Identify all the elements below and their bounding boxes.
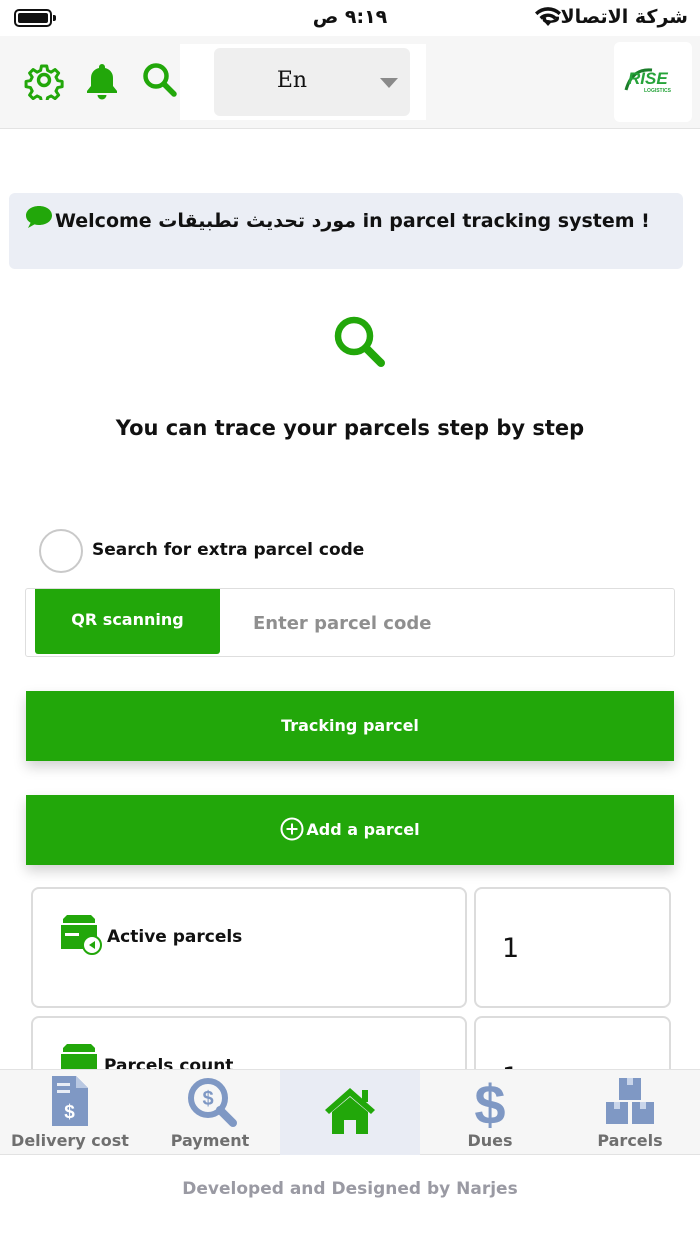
nav-dues[interactable]: $ Dues bbox=[420, 1070, 560, 1155]
parcel-code-input[interactable] bbox=[244, 599, 664, 647]
hero-tagline: You can trace your parcels step by step bbox=[115, 416, 585, 440]
svg-text:$: $ bbox=[64, 1102, 75, 1123]
active-parcels-card[interactable]: Active parcels bbox=[31, 887, 467, 1008]
invoice-dollar-icon: $ bbox=[52, 1076, 88, 1126]
plus-circle-icon bbox=[280, 817, 304, 840]
track-parcel-label: Tracking parcel bbox=[281, 716, 419, 735]
nav-label: Payment bbox=[170, 1131, 250, 1150]
top-bar: En RISE LOGISTICS bbox=[0, 36, 700, 129]
footer-credit: Developed and Designed by Narjes bbox=[182, 1179, 518, 1199]
extra-code-label[interactable]: Search for extra parcel code bbox=[92, 540, 364, 560]
notification-bell-icon[interactable] bbox=[82, 60, 122, 100]
home-icon bbox=[325, 1088, 375, 1134]
stat-label: Active parcels bbox=[107, 927, 243, 947]
language-value: En bbox=[276, 68, 308, 93]
extra-code-radio[interactable] bbox=[39, 529, 83, 573]
parcel-code-row: QR scanning bbox=[25, 588, 675, 657]
search-dollar-icon: $ bbox=[188, 1078, 237, 1127]
chat-bubble-icon bbox=[26, 206, 52, 228]
rise-logo-icon: RISE LOGISTICS bbox=[624, 68, 672, 94]
nav-label: Delivery cost bbox=[11, 1131, 129, 1150]
svg-text:$: $ bbox=[474, 1074, 505, 1130]
nav-delivery-cost[interactable]: $ Delivery cost bbox=[0, 1070, 140, 1155]
svg-text:LOGISTICS: LOGISTICS bbox=[644, 88, 672, 94]
svg-text:RISE: RISE bbox=[628, 69, 668, 88]
search-icon[interactable] bbox=[140, 60, 180, 100]
qr-scan-button[interactable]: QR scanning bbox=[35, 589, 220, 654]
settings-gear-icon[interactable] bbox=[24, 60, 64, 100]
nav-parcels[interactable]: Parcels bbox=[560, 1070, 700, 1155]
status-time: ٩:١٩ ص bbox=[312, 6, 388, 28]
track-parcel-button[interactable]: Tracking parcel bbox=[26, 691, 674, 761]
nav-home[interactable] bbox=[280, 1070, 420, 1155]
nav-label: Parcels bbox=[597, 1131, 663, 1150]
parcel-box-icon bbox=[61, 915, 102, 955]
svg-text:$: $ bbox=[202, 1088, 213, 1110]
bottom-nav: $ Delivery cost $ Payment $ Dues Parcels bbox=[0, 1069, 700, 1155]
company-logo: RISE LOGISTICS bbox=[614, 42, 692, 122]
battery-icon bbox=[14, 9, 56, 27]
nav-payment[interactable]: $ Payment bbox=[140, 1070, 280, 1155]
active-parcels-value-card: 1 bbox=[474, 887, 671, 1008]
add-parcel-label: Add a parcel bbox=[306, 820, 420, 839]
add-parcel-button[interactable]: Add a parcel bbox=[26, 795, 674, 865]
search-icon bbox=[334, 316, 385, 367]
carrier-name: شركة الاتصالات bbox=[541, 6, 688, 28]
language-picker-area: En bbox=[180, 44, 426, 120]
welcome-banner: Welcome مورد تحديث تطبيقات in parcel tra… bbox=[9, 193, 683, 269]
status-bar: ٩:١٩ ص شركة الاتصالات bbox=[0, 0, 700, 36]
chevron-down-icon bbox=[380, 78, 398, 88]
boxes-icon bbox=[606, 1078, 654, 1124]
language-select[interactable]: En bbox=[214, 48, 410, 116]
dollar-icon: $ bbox=[474, 1074, 505, 1130]
nav-label: Dues bbox=[467, 1131, 513, 1150]
welcome-message: Welcome مورد تحديث تطبيقات in parcel tra… bbox=[55, 210, 650, 232]
stat-value: 1 bbox=[502, 933, 520, 964]
